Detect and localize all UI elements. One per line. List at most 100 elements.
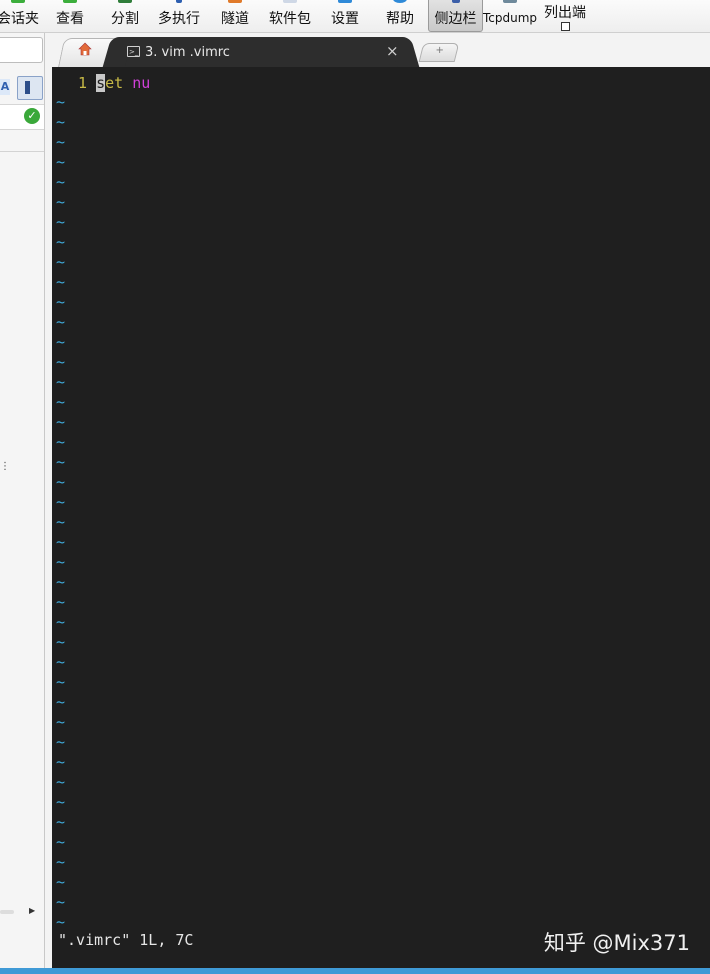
tilde-marker: ~ [56, 833, 66, 851]
tcpdump-icon [503, 0, 517, 3]
keyword-rest: et [105, 74, 124, 92]
tilde-marker: ~ [56, 873, 66, 891]
new-tab-button[interactable]: + [418, 43, 460, 62]
tilde-marker: ~ [56, 193, 66, 211]
vim-status-line: ".vimrc" 1L, 7C [58, 931, 194, 949]
tab-vim-vimrc[interactable]: >_ 3. vim .vimrc × [116, 37, 406, 67]
gear-icon [338, 0, 352, 3]
multi-exec-button[interactable]: 多执行 [154, 0, 204, 31]
help-icon [393, 0, 407, 3]
argument-nu: nu [132, 74, 151, 92]
keyword-set: set [96, 74, 123, 92]
split-button[interactable]: 分割 [106, 0, 144, 31]
help-label: 帮助 [386, 11, 414, 27]
tilde-marker: ~ [56, 473, 66, 491]
settings-button[interactable]: 设置 [327, 0, 363, 31]
tunnel-button[interactable]: 隧道 [216, 0, 254, 31]
tilde-marker: ~ [56, 913, 66, 931]
tunnel-icon [228, 0, 242, 3]
multi-exec-label: 多执行 [158, 11, 200, 27]
panel-icon[interactable] [17, 76, 43, 100]
tilde-marker: ~ [56, 293, 66, 311]
view-button[interactable]: 查看 [52, 0, 88, 31]
app-window: 会话夹 查看 分割 多执行 隧道 软件包 设置 帮助 侧边栏 Tcpdump 列… [0, 0, 710, 974]
sidebar-icon [451, 0, 460, 3]
watermark: 知乎 @Mix371 [543, 931, 690, 955]
tilde-marker: ~ [56, 353, 66, 371]
tilde-marker: ~ [56, 413, 66, 431]
tilde-marker: ~ [56, 893, 66, 911]
tilde-marker: ~ [56, 273, 66, 291]
terminal-view[interactable]: 1 set nu ~ ~ ~ ~ ~ ~ ~ ~ ~ ~ ~ ~ ~ ~ ~ ~ ~ ~ ~ ~ ~ ~ ~ ~ ~ ~ ~ ~ ~ ~ ~… [52, 67, 710, 968]
tilde-marker: ~ [56, 793, 66, 811]
text-cursor: s [96, 74, 106, 92]
settings-label: 设置 [331, 11, 359, 27]
editor-line-1: 1 set nu [78, 73, 150, 93]
tab-bar: >_ 3. vim .vimrc × + [52, 33, 710, 68]
session-sidebar: A ✓ ⋮ ▶ [0, 33, 45, 968]
view-label: 查看 [56, 11, 84, 27]
star-icon [11, 0, 25, 3]
list-ports-label: 列出端 [544, 5, 586, 21]
tilde-marker: ~ [56, 613, 66, 631]
plus-icon: + [435, 45, 444, 56]
sidebar-icon-row: A [0, 75, 44, 101]
tunnel-label: 隧道 [221, 11, 249, 27]
package-button[interactable]: 软件包 [264, 0, 316, 31]
tilde-marker: ~ [56, 713, 66, 731]
tilde-marker: ~ [56, 573, 66, 591]
tab-title: 3. vim .vimrc [145, 45, 230, 60]
view-icon [63, 0, 77, 3]
terminal-icon: >_ [127, 46, 140, 57]
tilde-marker: ~ [56, 853, 66, 871]
tilde-marker: ~ [56, 253, 66, 271]
split-label: 分割 [111, 11, 139, 27]
package-label: 软件包 [269, 11, 311, 27]
sidebar-session-row[interactable]: ✓ [0, 104, 44, 130]
tilde-marker: ~ [56, 133, 66, 151]
tilde-marker: ~ [56, 653, 66, 671]
sessions-label: 会话夹 [0, 11, 39, 27]
tilde-marker: ~ [56, 773, 66, 791]
package-icon [283, 0, 297, 3]
font-icon[interactable]: A [0, 79, 10, 95]
home-icon [78, 42, 92, 56]
sidebar-divider [0, 151, 44, 152]
sidebar-search-input[interactable] [0, 37, 43, 63]
sidebar-toggle-button[interactable]: 侧边栏 [428, 0, 483, 32]
main-toolbar: 会话夹 查看 分割 多执行 隧道 软件包 设置 帮助 侧边栏 Tcpdump 列… [0, 0, 710, 33]
sidebar-toggle-label: 侧边栏 [434, 11, 477, 27]
bottom-accent-bar [0, 968, 710, 974]
sidebar-resize-handle[interactable]: ⋮ [0, 461, 10, 472]
tilde-marker: ~ [56, 753, 66, 771]
tilde-marker: ~ [56, 633, 66, 651]
line-number: 1 [78, 74, 88, 92]
tilde-marker: ~ [56, 693, 66, 711]
tilde-marker: ~ [56, 173, 66, 191]
tilde-marker: ~ [56, 113, 66, 131]
tilde-marker: ~ [56, 393, 66, 411]
tilde-marker: ~ [56, 453, 66, 471]
tilde-marker: ~ [56, 593, 66, 611]
check-icon: ✓ [24, 108, 40, 124]
sessions-button[interactable]: 会话夹 [0, 0, 39, 31]
help-button[interactable]: 帮助 [382, 0, 418, 31]
restore-icon[interactable] [561, 22, 570, 31]
tilde-marker: ~ [56, 493, 66, 511]
tilde-marker: ~ [56, 313, 66, 331]
close-icon[interactable]: × [386, 42, 399, 60]
tilde-marker: ~ [56, 233, 66, 251]
tilde-marker: ~ [56, 513, 66, 531]
tilde-marker: ~ [56, 433, 66, 451]
tilde-marker: ~ [56, 733, 66, 751]
tilde-marker: ~ [56, 333, 66, 351]
scroll-right-icon[interactable]: ▶ [29, 906, 35, 915]
tilde-marker: ~ [56, 533, 66, 551]
sidebar-scrollbar[interactable] [0, 910, 14, 914]
tcpdump-button[interactable]: Tcpdump [482, 0, 538, 31]
tilde-marker: ~ [56, 553, 66, 571]
tilde-marker: ~ [56, 373, 66, 391]
split-icon [118, 0, 132, 3]
tilde-marker: ~ [56, 213, 66, 231]
tilde-marker: ~ [56, 813, 66, 831]
